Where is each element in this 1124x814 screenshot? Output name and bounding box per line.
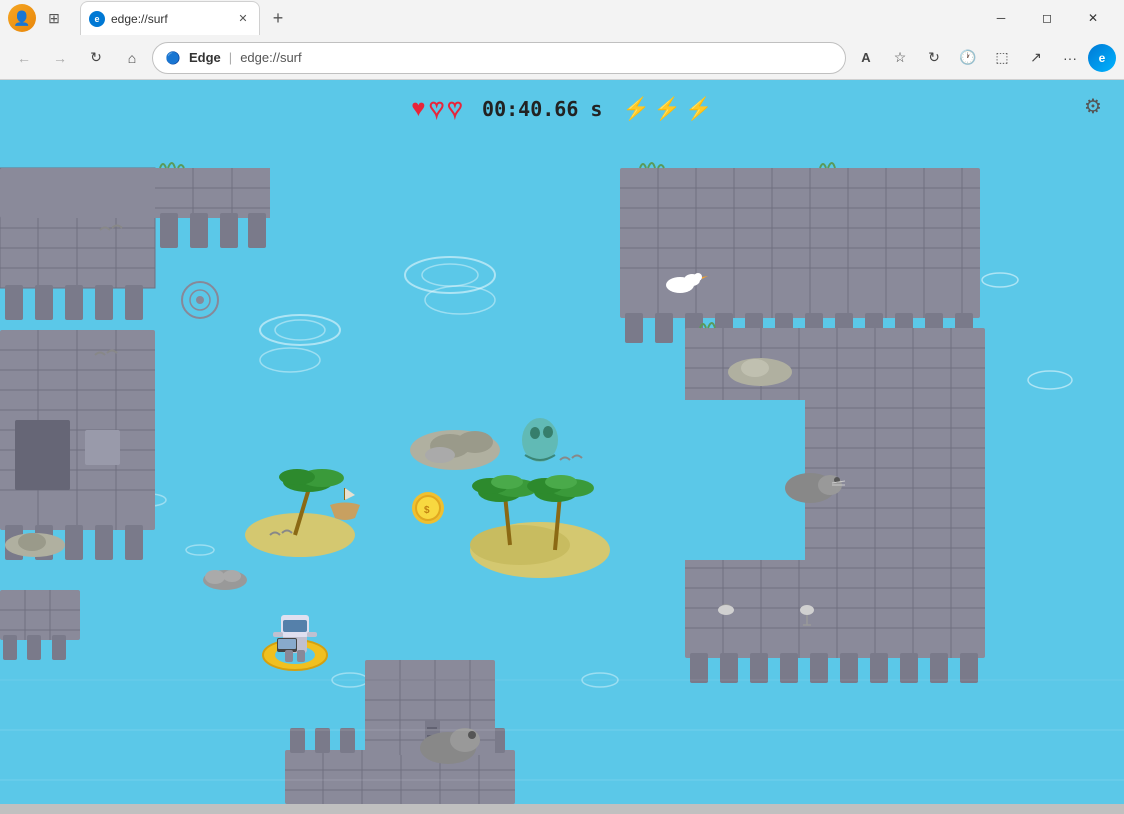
lightning-1: ⚡	[622, 96, 649, 122]
coin: $	[412, 492, 444, 524]
maximize-button[interactable]: ◻	[1024, 0, 1070, 36]
small-island-rocks-mid	[728, 358, 792, 386]
sync-button[interactable]: ↻	[918, 42, 950, 74]
nav-bar: ← → ↻ ⌂ 🔵 Edge | edge://surf A ☆ ↻ 🕐 ⬚ ↗…	[0, 36, 1124, 80]
heart-1: ♥	[411, 95, 425, 123]
share-button[interactable]: ↗	[1020, 42, 1052, 74]
tab-favicon: e	[89, 11, 105, 27]
edge-logo[interactable]: e	[1088, 44, 1116, 72]
rocks-bottom-left	[203, 570, 247, 590]
address-bar[interactable]: 🔵 Edge | edge://surf	[152, 42, 846, 74]
history-button[interactable]: 🕐	[952, 42, 984, 74]
refresh-button[interactable]: ↻	[80, 42, 112, 74]
home-button[interactable]: ⌂	[116, 42, 148, 74]
lightning-display: ⚡ ⚡ ⚡	[622, 96, 712, 122]
lightning-3: ⚡	[685, 96, 712, 122]
title-bar: 👤 ⊞ e edge://surf ✕ + ─ ◻ ✕	[0, 0, 1124, 36]
game-scene: $	[0, 80, 1124, 804]
platform-top-right	[620, 168, 980, 343]
read-aloud-button[interactable]: A	[850, 42, 882, 74]
bird-pelican	[718, 605, 734, 615]
active-tab[interactable]: e edge://surf ✕	[80, 1, 260, 35]
tabs-container: e edge://surf ✕ +	[76, 0, 970, 36]
address-favicon: 🔵	[165, 50, 181, 66]
nav-right-controls: A ☆ ↻ 🕐 ⬚ ↗ ··· e	[850, 42, 1116, 74]
hearts-display: ♥ ♥ ♥	[411, 95, 462, 123]
title-bar-left: 👤 ⊞	[8, 4, 68, 32]
address-brand: Edge	[189, 50, 221, 65]
minimize-button[interactable]: ─	[978, 0, 1024, 36]
profile-icon[interactable]: 👤	[8, 4, 36, 32]
island-rocks-small-left	[5, 533, 65, 557]
platform-right-tall	[685, 328, 985, 683]
heart-2: ♥	[430, 95, 444, 123]
favorites-button[interactable]: ☆	[884, 42, 916, 74]
tab-title: edge://surf	[111, 12, 229, 26]
platform-top-left	[0, 168, 155, 560]
hud: ♥ ♥ ♥ 00:40.66 s ⚡ ⚡ ⚡	[0, 95, 1124, 123]
island-rocks-center	[410, 430, 500, 470]
extensions-button[interactable]: ⬚	[986, 42, 1018, 74]
close-button[interactable]: ✕	[1070, 0, 1116, 36]
more-button[interactable]: ···	[1054, 42, 1086, 74]
lightning-2: ⚡	[654, 96, 681, 122]
address-url: edge://surf	[240, 50, 301, 65]
back-button[interactable]: ←	[8, 42, 40, 74]
heart-3: ♥	[448, 95, 462, 123]
timer-display: 00:40.66 s	[482, 97, 602, 121]
svg-text:$: $	[424, 505, 430, 516]
tab-close-button[interactable]: ✕	[235, 11, 251, 27]
game-area[interactable]: ♥ ♥ ♥ 00:40.66 s ⚡ ⚡ ⚡ ⚙	[0, 80, 1124, 804]
tab-grid-icon[interactable]: ⊞	[40, 4, 68, 32]
new-tab-button[interactable]: +	[264, 4, 292, 32]
settings-button[interactable]: ⚙	[1077, 90, 1109, 122]
address-separator: |	[229, 50, 232, 65]
sea-ghost	[522, 418, 558, 462]
forward-button[interactable]: →	[44, 42, 76, 74]
window-controls: ─ ◻ ✕	[978, 0, 1116, 36]
